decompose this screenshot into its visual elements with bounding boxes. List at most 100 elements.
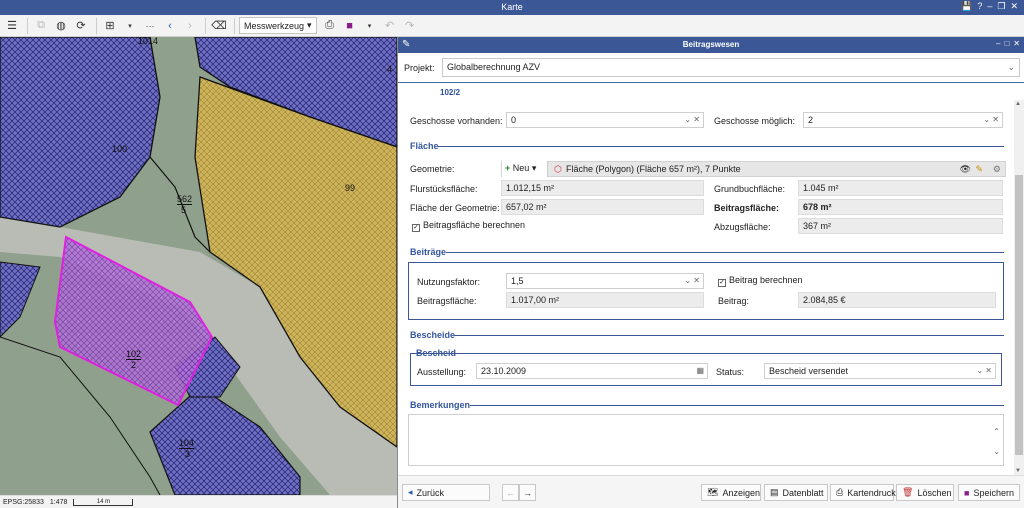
speichern-label: Speichern — [973, 487, 1014, 498]
grundbuchflaeche-field: 1.045 m² — [798, 180, 1003, 196]
chevron-down-icon[interactable]: ▾ — [121, 17, 139, 35]
minimize-icon[interactable]: – — [987, 1, 992, 12]
flurstuecksflaeche-field: 1.012,15 m² — [501, 180, 704, 196]
project-value: Globalberechnung AZV — [447, 62, 541, 72]
zoom-extent-icon[interactable]: ⊞ — [101, 17, 119, 35]
parcel-label-3: 3 — [185, 449, 191, 459]
kartendruck-button[interactable]: ⎙ Kartendruck — [830, 484, 896, 501]
checkbox-checked-icon: ✓ — [718, 279, 726, 287]
back-arrow-icon[interactable]: ‹ — [161, 17, 179, 35]
loeschen-label: Löschen — [917, 487, 952, 498]
beitrag-label: Beitrag: — [718, 296, 750, 306]
bemerkungen-section-title: Bemerkungen — [410, 400, 471, 410]
beitragsflaeche-berechnen-checkbox[interactable]: ✓ Beitragsfläche berechnen — [412, 220, 525, 232]
help-icon[interactable]: ? — [977, 1, 982, 12]
toolbar-divider — [96, 17, 97, 34]
beitragsflaeche-field: 678 m² — [798, 199, 1003, 215]
datenblatt-button[interactable]: ▤ Datenblatt — [764, 484, 828, 501]
refresh-icon[interactable]: ⟳ — [72, 17, 90, 35]
nutzungsfaktor-label: Nutzungsfaktor: — [417, 277, 481, 287]
scroll-down-icon[interactable]: ▼ — [1015, 468, 1021, 474]
scroll-up-icon[interactable]: ▲ — [1015, 101, 1021, 107]
loeschen-button[interactable]: 🗑 Löschen — [896, 484, 954, 501]
gear-icon[interactable]: ⚙ — [993, 162, 1001, 176]
bemerkungen-textarea[interactable]: ⌃ ⌄ — [408, 414, 1004, 466]
panel-titlebar: ✎ Beitragswesen – □ ✕ — [398, 37, 1024, 53]
measure-tool-label: Messwerkzeug — [244, 20, 305, 31]
beitrag-berechnen-checkbox[interactable]: ✓ Beitrag berechnen — [718, 275, 803, 287]
document-icon: ▤ — [770, 487, 779, 497]
new-geometry-label: Neu — [512, 163, 530, 173]
panel-scrollbar[interactable]: ▲ ▼ — [1014, 100, 1024, 475]
window-titlebar: Karte 💾 ? – ❐ ✕ — [0, 0, 1024, 15]
abzugsflaeche-label: Abzugsfläche: — [714, 222, 771, 232]
parcel-label-4: 4 — [387, 64, 393, 74]
grundbuchflaeche-label: Grundbuchfläche: — [714, 184, 786, 194]
restore-icon[interactable]: ❐ — [997, 1, 1005, 12]
close-icon[interactable]: ✕ — [1013, 39, 1020, 48]
parcel-label-1014: 1014 — [138, 37, 159, 46]
parcel-label-562: 562 — [177, 194, 193, 205]
section-divider — [470, 405, 1004, 406]
measure-tool-dropdown[interactable]: Messwerkzeug ▾ — [239, 17, 317, 34]
previous-record-button[interactable]: ← — [502, 484, 519, 501]
calendar-icon[interactable]: ▦ — [696, 364, 704, 378]
pencil-icon[interactable]: ✎ — [975, 162, 983, 176]
form-scroll-area[interactable]: Geschosse vorhanden: 0 ⌄ ✕ Geschosse mög… — [398, 100, 1014, 475]
scale-bar: 14 m — [73, 498, 134, 506]
save-icon: ■ — [964, 487, 970, 498]
panel-controls: – □ ✕ — [996, 39, 1020, 48]
nutzungsfaktor-select[interactable]: 1,5 ⌄ ✕ — [506, 273, 704, 289]
chevron-down-icon: ⌄ — [1007, 62, 1015, 72]
forward-arrow-icon[interactable]: › — [181, 17, 199, 35]
speichern-button[interactable]: ■ Speichern — [958, 484, 1020, 501]
geschosse-moeglich-select[interactable]: 2 ⌄ ✕ — [803, 112, 1003, 128]
ausstellung-date-input[interactable]: 23.10.2009 ▦ — [476, 363, 708, 379]
back-button[interactable]: ◂ Zurück — [402, 484, 490, 501]
chevron-down-icon[interactable]: ▾ — [361, 17, 379, 35]
project-select[interactable]: Globalberechnung AZV ⌄ — [442, 58, 1020, 77]
hide-icon[interactable]: 👁 — [960, 162, 971, 176]
toolbar-divider — [205, 17, 206, 34]
list-icon[interactable]: ☰ — [3, 17, 21, 35]
trash-icon: 🗑 — [902, 487, 914, 497]
next-record-button[interactable]: → — [519, 484, 536, 501]
scrollbar-thumb[interactable] — [1015, 175, 1023, 455]
chevron-down-icon: ▾ — [307, 20, 312, 30]
eraser-icon[interactable]: ⌫ — [210, 17, 228, 35]
save-window-icon[interactable]: 💾 — [961, 1, 972, 12]
save-icon[interactable]: ■ — [341, 17, 359, 35]
new-geometry-button[interactable]: + Neu ▾ — [502, 161, 548, 177]
print-icon[interactable]: ⎙ — [321, 17, 339, 35]
bescheide-section-title: Bescheide — [410, 330, 456, 340]
beitragsflaeche-berechnen-label: Beitragsfläche berechnen — [423, 220, 526, 230]
section-divider — [438, 146, 1004, 147]
ausstellung-value: 23.10.2009 — [481, 366, 527, 376]
globe-icon[interactable]: ◍ — [52, 17, 70, 35]
status-bar: EPSG:25833 1:478 14 m — [0, 495, 397, 508]
anzeigen-label: Anzeigen — [722, 487, 760, 498]
geschosse-vorhanden-label: Geschosse vorhanden: — [410, 116, 503, 126]
abzugsflaeche-field: 367 m² — [798, 218, 1003, 234]
scroll-down-icon[interactable]: ⌄ — [993, 445, 1000, 459]
more-button[interactable]: ··· — [141, 17, 159, 35]
minimize-icon[interactable]: – — [996, 39, 1000, 48]
tab-102-2[interactable]: 102/2 — [440, 88, 460, 97]
beitrag-field: 2.084,85 € — [798, 292, 996, 308]
close-icon[interactable]: ✕ — [1010, 1, 1018, 12]
crs-label: EPSG:25833 — [3, 498, 44, 506]
beitraege-beitragsflaeche-field: 1.017,00 m² — [506, 292, 704, 308]
redo-icon[interactable]: ↷ — [401, 17, 419, 35]
geschosse-vorhanden-select[interactable]: 0 ⌄ ✕ — [506, 112, 704, 128]
geometry-bar: + Neu ▾ ⬡ Fläche (Polygon) (Fläche 657 m… — [501, 161, 1006, 177]
maximize-icon[interactable]: □ — [1004, 39, 1009, 48]
parcel-label-2: 2 — [131, 360, 137, 370]
undo-icon[interactable]: ↶ — [381, 17, 399, 35]
status-select[interactable]: Bescheid versendet ⌄ ✕ — [764, 363, 996, 379]
map-view[interactable]: 1014 100 562 5 99 102 2 104 3 4 — [0, 37, 397, 495]
beitraege-section-title: Beiträge — [410, 247, 447, 257]
layers-icon[interactable]: ⧉ — [32, 17, 50, 35]
map-canvas[interactable] — [0, 37, 397, 495]
anzeigen-button[interactable]: 🗺 Anzeigen — [701, 484, 761, 501]
scroll-up-icon[interactable]: ⌃ — [993, 425, 1000, 439]
